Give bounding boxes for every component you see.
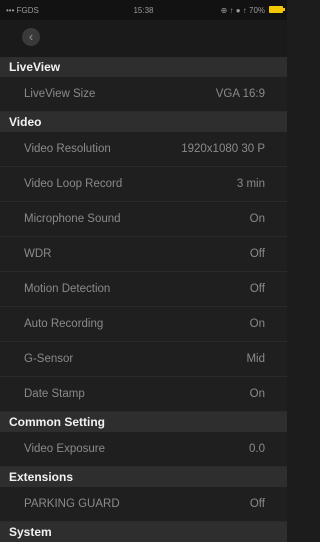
section-header-system: System	[0, 522, 287, 542]
row-parking-guard[interactable]: PARKING GUARD Off	[0, 487, 287, 522]
row-auto-recording[interactable]: Auto Recording On	[0, 307, 287, 342]
row-value: Mid	[246, 353, 265, 365]
status-bar: ••• FGDS 15:38 ⊕ ↑ ● ↑ 70%	[0, 0, 287, 20]
row-label: G-Sensor	[24, 353, 74, 365]
row-label: Video Loop Record	[24, 178, 123, 190]
row-label: Microphone Sound	[24, 213, 121, 225]
settings-list: LiveView LiveView Size VGA 16:9 Video Vi…	[0, 57, 287, 542]
row-label: Motion Detection	[24, 283, 111, 295]
row-video-loop-record[interactable]: Video Loop Record 3 min	[0, 167, 287, 202]
row-microphone-sound[interactable]: Microphone Sound On	[0, 202, 287, 237]
chevron-left-icon: ‹	[28, 29, 34, 44]
row-label: Date Stamp	[24, 388, 85, 400]
row-label: Auto Recording	[24, 318, 104, 330]
row-g-sensor[interactable]: G-Sensor Mid	[0, 342, 287, 377]
section-header-liveview: LiveView	[0, 57, 287, 77]
row-value: On	[249, 318, 265, 330]
row-video-exposure[interactable]: Video Exposure 0.0	[0, 432, 287, 467]
row-liveview-size[interactable]: LiveView Size VGA 16:9	[0, 77, 287, 112]
nav-bar: ‹	[0, 20, 287, 57]
row-value: Off	[249, 248, 265, 260]
back-button[interactable]: ‹	[22, 28, 40, 46]
row-video-resolution[interactable]: Video Resolution 1920x1080 30 P	[0, 132, 287, 167]
section-header-common-setting: Common Setting	[0, 412, 287, 432]
row-wdr[interactable]: WDR Off	[0, 237, 287, 272]
row-value: Off	[249, 498, 265, 510]
row-label: WDR	[24, 248, 52, 260]
row-date-stamp[interactable]: Date Stamp On	[0, 377, 287, 412]
row-label: Video Exposure	[24, 443, 105, 455]
row-label: Video Resolution	[24, 143, 111, 155]
section-header-video: Video	[0, 112, 287, 132]
row-value: Off	[249, 283, 265, 295]
row-value: On	[249, 388, 265, 400]
row-value: On	[249, 213, 265, 225]
row-value: 0.0	[249, 443, 265, 455]
status-indicators: ⊕ ↑ ● ↑ 70%	[220, 6, 265, 15]
row-value: 3 min	[236, 178, 265, 190]
row-label: PARKING GUARD	[24, 498, 120, 510]
row-value: 1920x1080 30 P	[181, 143, 265, 155]
row-label: LiveView Size	[24, 88, 96, 100]
battery-icon	[269, 6, 285, 13]
row-value: VGA 16:9	[215, 88, 265, 100]
section-header-extensions: Extensions	[0, 467, 287, 487]
row-motion-detection[interactable]: Motion Detection Off	[0, 272, 287, 307]
